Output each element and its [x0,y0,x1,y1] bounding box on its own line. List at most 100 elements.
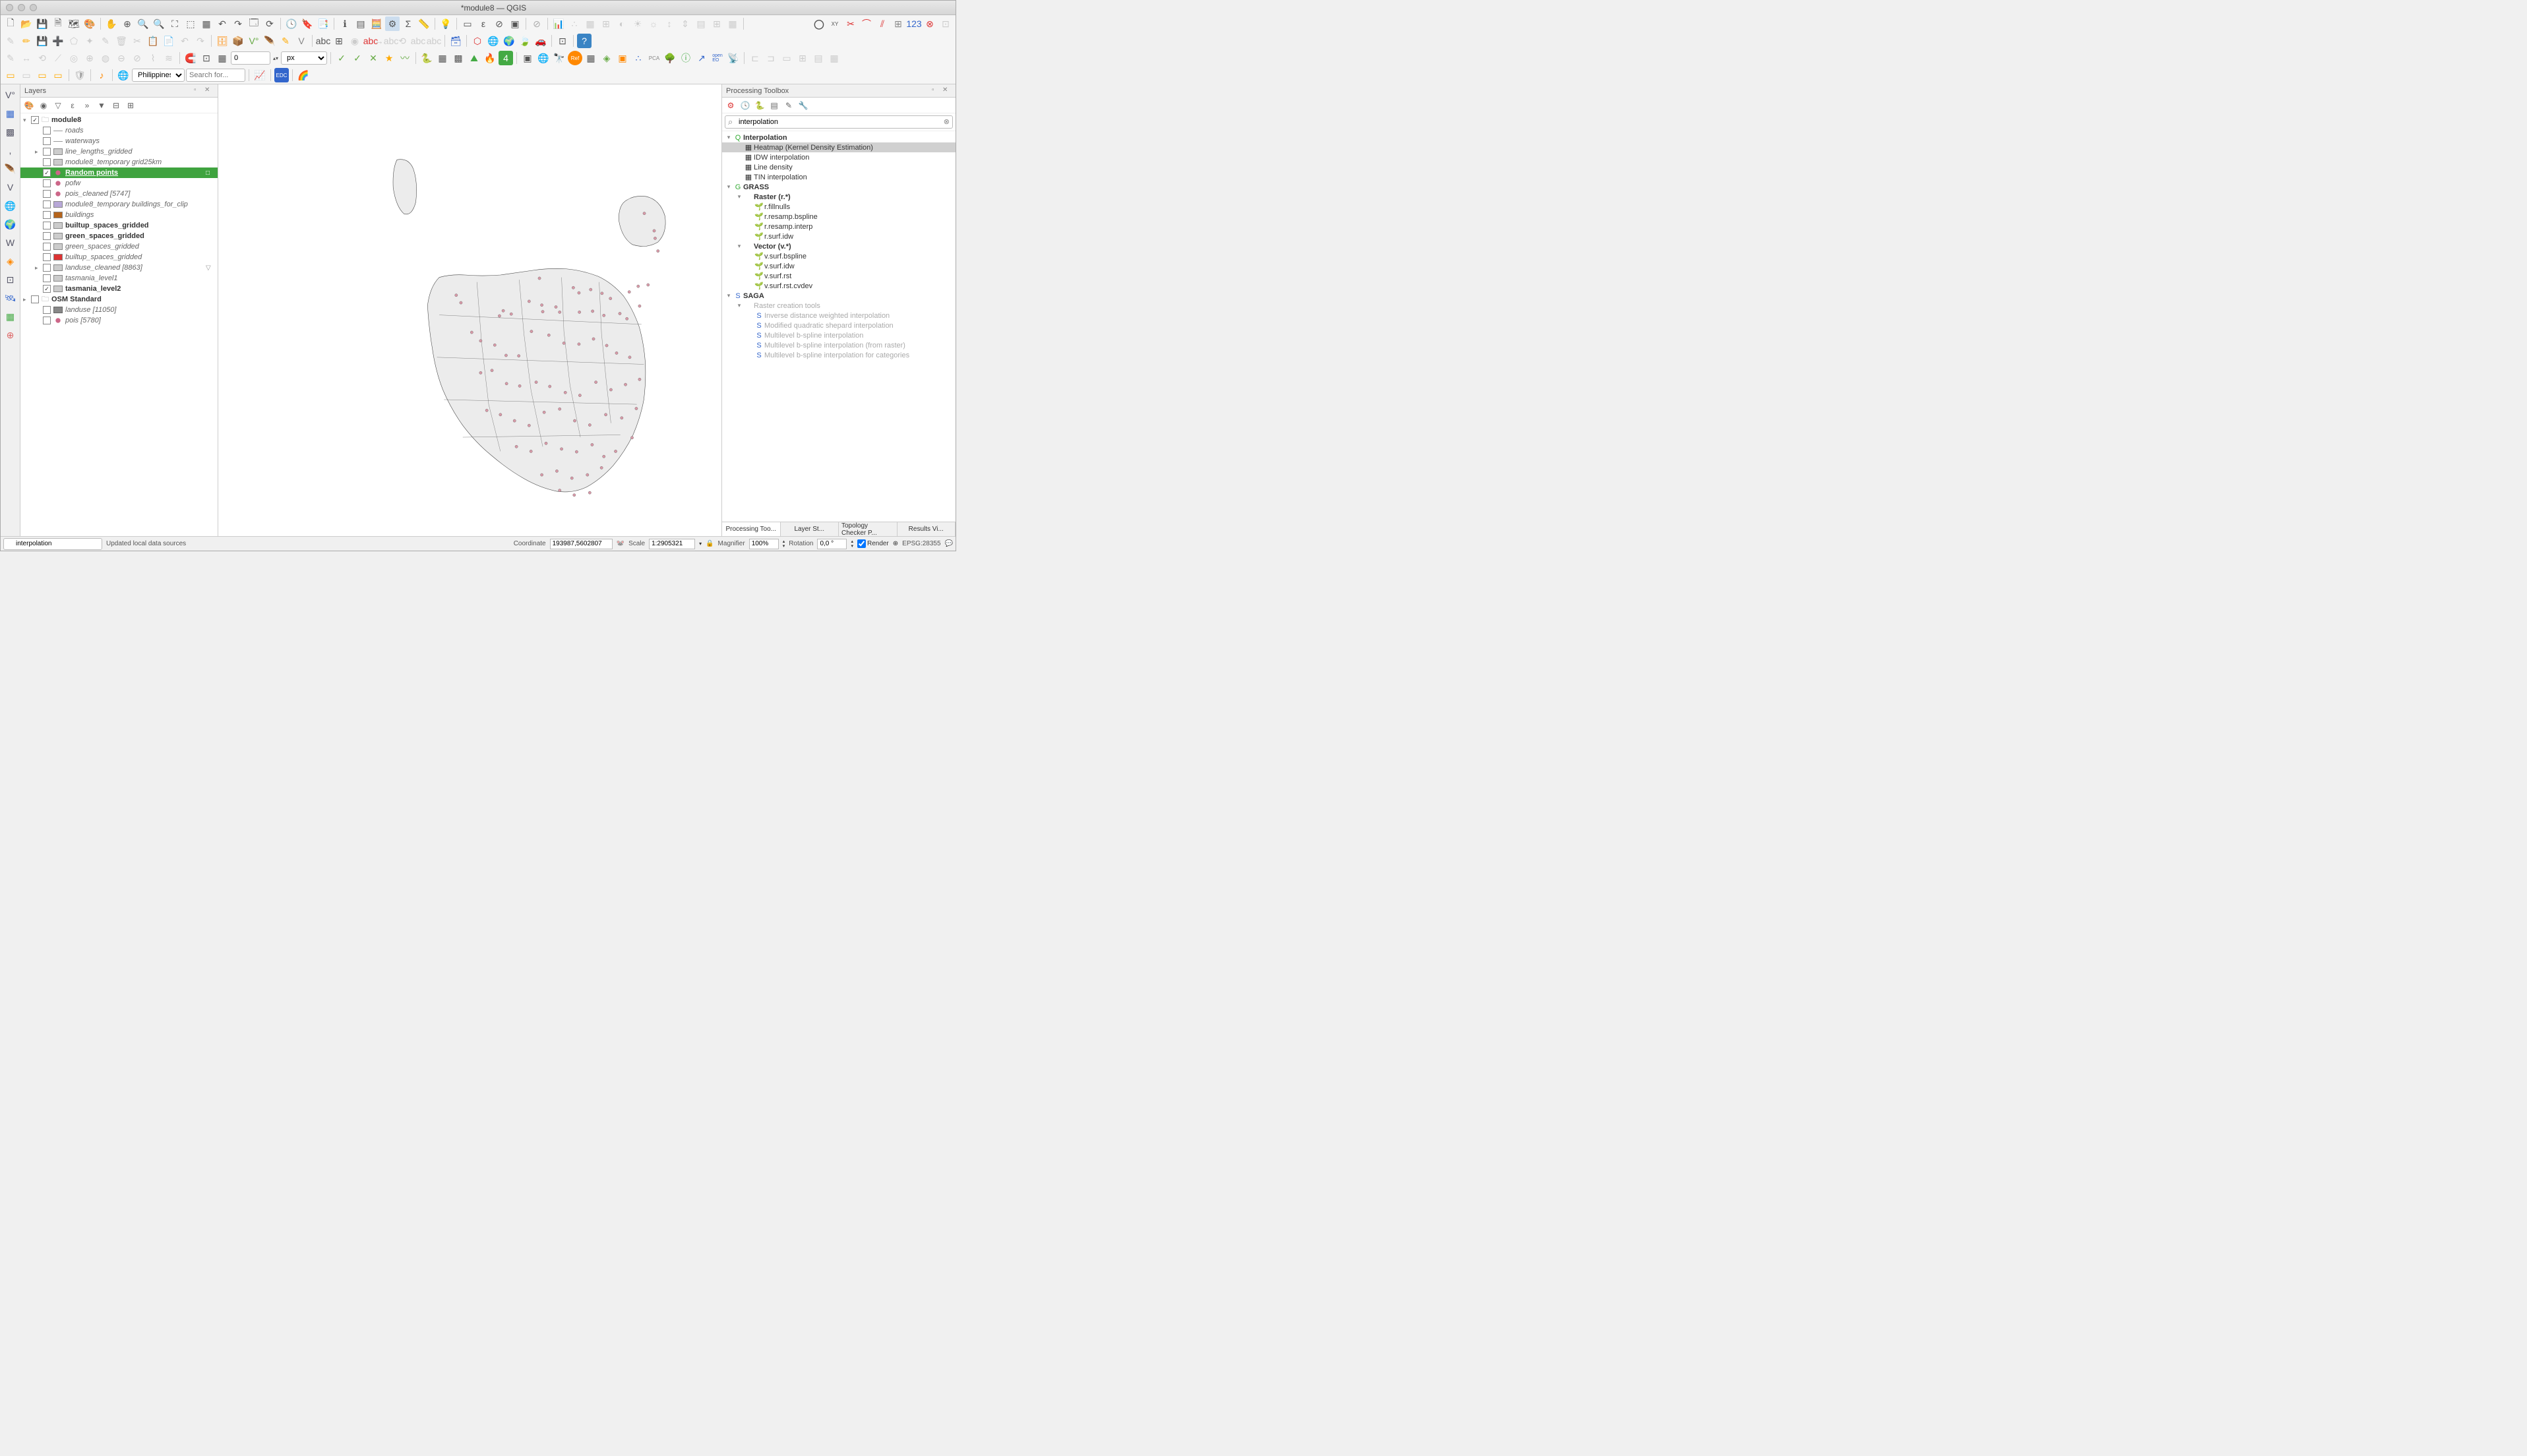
mag-spin-icon[interactable]: ▴▾ [783,539,785,549]
brightness-up-button[interactable]: ☀ [630,16,645,31]
wfs-button[interactable]: W [3,235,18,251]
processing-item[interactable]: ▾GGRASS [722,182,956,192]
spatialite-button[interactable]: 🪶 [3,161,18,177]
raster-tile-button[interactable]: ▦ [725,16,740,31]
processing-item[interactable]: 🌱v.surf.rst [722,271,956,281]
rotation-input[interactable] [817,539,847,549]
shield-button[interactable]: 🛡 [73,68,87,82]
layer-row[interactable]: tasmania_level1 [20,273,218,284]
intersection-button[interactable]: ✕ [366,51,381,65]
region-select[interactable]: Philippines [132,69,185,82]
delete-part-button[interactable]: ⊘ [130,51,144,65]
new-memory-button[interactable]: ✎ [278,34,293,48]
raster-calc-button[interactable]: ▦ [583,16,597,31]
open-project-button[interactable]: 📂 [19,16,34,31]
proc-script-button[interactable]: 🐍 [754,100,766,111]
add-polygon-button[interactable]: ⬠ [67,34,81,48]
layer-filter2-button[interactable]: ▼ [96,100,107,111]
stretch-button[interactable]: ↕ [662,16,677,31]
plugin-button[interactable]: ⊡ [555,34,570,48]
extents-icon[interactable]: 🐭 [617,540,624,547]
openeo-button[interactable]: openEO [710,51,725,65]
style-manager-button[interactable]: 🎨 [82,16,97,31]
group6-button[interactable]: ▦ [827,51,841,65]
processing-item[interactable]: ▦Heatmap (Kernel Density Estimation) [722,142,956,152]
map-canvas[interactable] [218,84,721,536]
edit-button[interactable]: ✏ [19,34,34,48]
mesh-layer-button[interactable]: ▩ [3,124,18,140]
processing-item[interactable]: 🌱v.surf.rst.cvdev [722,281,956,291]
fill-ring-button[interactable]: ◍ [98,51,113,65]
zoom-full-button[interactable]: ⛶ [167,16,182,31]
group5-button[interactable]: ▤ [811,51,826,65]
group2-button[interactable]: ⊐ [764,51,778,65]
topo-check-button[interactable]: ✓ [334,51,349,65]
reshape-button[interactable]: ⌇ [146,51,160,65]
layer-filter-button[interactable]: ▽ [52,100,64,111]
layer-row[interactable]: green_spaces_gridded [20,231,218,241]
raster-layer-button[interactable]: ▦ [3,106,18,121]
label-highlight-button[interactable]: ◉ [348,34,362,48]
tile-button[interactable]: 🛰 [3,290,18,306]
layer-row[interactable]: ✓tasmania_level2 [20,284,218,294]
edc-button[interactable]: EDC [274,68,289,82]
add-ring-button[interactable]: ◎ [67,51,81,65]
layer-tree[interactable]: ▾✓🗀module8roadswaterways▸line_lengths_gr… [20,113,218,536]
snap-button[interactable]: ⊡ [938,16,953,31]
export-button[interactable]: ↗ [694,51,709,65]
snapping-options-button[interactable]: ⊡ [199,51,214,65]
processing-search-input[interactable] [725,115,953,129]
new-map-view-button[interactable]: 🗔 [247,16,261,31]
select-loc-button[interactable]: ▭ [51,68,65,82]
delete-ring-button[interactable]: ⊖ [114,51,129,65]
layer-row[interactable]: ▸line_lengths_gridded [20,146,218,157]
deselect-button[interactable]: ⊘ [492,16,506,31]
crs-label[interactable]: EPSG:28355 [902,540,940,547]
db-manager-button[interactable]: 🗃 [448,34,463,48]
zoom-next-button[interactable]: ↷ [231,16,245,31]
label-button[interactable]: abc [316,34,330,48]
panel-undock-button[interactable]: ▫ [194,86,203,96]
cut-features-button[interactable]: ✂ [130,34,144,48]
data-source-button[interactable]: 🗄 [215,34,229,48]
refresh-button[interactable]: ⟳ [262,16,277,31]
layer-expand-button[interactable]: ⊟ [110,100,122,111]
layer-row[interactable]: green_spaces_gridded [20,241,218,252]
select-expr-button[interactable]: ε [476,16,491,31]
processing-item[interactable]: ▦Line density [722,162,956,172]
paste-features-button[interactable]: 📄 [162,34,176,48]
label-move-button[interactable]: ↔abc [379,34,394,48]
edit-toggle-button[interactable]: ✎ [3,34,18,48]
processing-item[interactable]: ▦IDW interpolation [722,152,956,162]
processing-tree[interactable]: ▾QInterpolation▦Heatmap (Kernel Density … [722,131,956,522]
attribute-table-button[interactable]: ▤ [353,16,368,31]
processing-tab[interactable]: Layer St... [781,522,839,536]
pca-button[interactable]: PCA [647,51,661,65]
redo-button[interactable]: ↷ [193,34,208,48]
maximize-window[interactable] [30,4,37,11]
panel-close-button[interactable]: ✕ [204,86,214,96]
processing-item[interactable]: 🌱r.surf.idw [722,231,956,241]
layer-row[interactable]: buildings [20,210,218,220]
layer-expr-button[interactable]: ε [67,100,78,111]
snap-tolerance-input[interactable] [231,51,270,65]
processing-item[interactable]: SMultilevel b-spline interpolation [722,330,956,340]
help-button[interactable]: ? [577,34,592,48]
new-project-button[interactable]: 🗋 [3,16,18,31]
proc-edit-button[interactable]: ✎ [783,100,795,111]
rainbow-button[interactable]: 🌈 [296,68,311,82]
no-action-button[interactable]: ⊘ [530,16,544,31]
fire-button[interactable]: 🔥 [483,51,497,65]
proc-options-button[interactable]: 🔧 [797,100,809,111]
processing-item[interactable]: SMultilevel b-spline interpolation (from… [722,340,956,350]
scatter-button[interactable]: ∴ [567,16,582,31]
layer-collapse-button[interactable]: ⊞ [125,100,137,111]
contrast-button[interactable]: ◐ [615,16,629,31]
processing-item[interactable]: SModified quadratic shepard interpolatio… [722,320,956,330]
select-by-button[interactable]: ▭ [35,68,49,82]
grid-stats-button[interactable]: ▦ [435,51,450,65]
group4-button[interactable]: ⊞ [795,51,810,65]
delimited-button[interactable]: , [3,142,18,158]
coord-capture-button[interactable]: 🌐 [486,34,501,48]
new-geopackage-button[interactable]: 📦 [231,34,245,48]
